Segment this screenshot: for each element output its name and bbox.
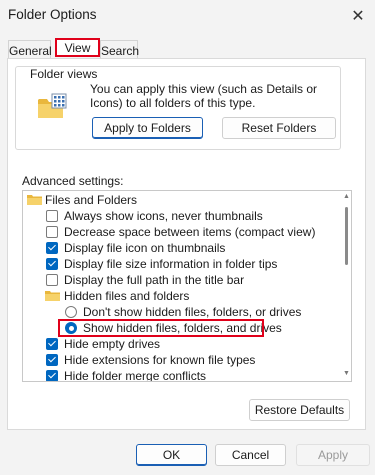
- close-icon: ✕: [351, 8, 365, 25]
- scroll-up-arrow-icon[interactable]: ▲: [343, 193, 350, 200]
- tab-general[interactable]: General: [8, 40, 52, 59]
- tree-item-label: Don't show hidden files, folders, or dri…: [83, 305, 302, 319]
- tree-item-label: Display file size information in folder …: [64, 257, 278, 271]
- tree-item-label: Files and Folders: [45, 193, 138, 207]
- folder-views-icon: [38, 93, 67, 118]
- tree-folder-hidden-files: Hidden files and folders: [23, 288, 341, 304]
- setting-always-show-icons[interactable]: Always show icons, never thumbnails: [23, 208, 341, 224]
- tree-item-label: Display the full path in the title bar: [64, 273, 245, 287]
- apply-button[interactable]: Apply: [296, 444, 370, 466]
- advanced-settings-label: Advanced settings:: [22, 174, 124, 188]
- tree-folder-files-and-folders: Files and Folders: [23, 192, 341, 208]
- tree-item-label: Hide empty drives: [64, 337, 161, 351]
- folder-views-description: You can apply this view (such as Details…: [90, 82, 318, 110]
- checkbox[interactable]: [46, 242, 58, 254]
- annotation-highlight-box: [58, 319, 264, 337]
- setting-hide-merge-conflicts[interactable]: Hide folder merge conflicts: [23, 368, 341, 382]
- folder-icon: [27, 195, 42, 205]
- radio-button[interactable]: [65, 306, 77, 318]
- scrollbar-thumb[interactable]: [345, 207, 348, 265]
- advanced-settings-list[interactable]: Files and Folders Always show icons, nev…: [22, 190, 352, 382]
- checkbox[interactable]: [46, 354, 58, 366]
- close-button[interactable]: ✕: [341, 0, 375, 32]
- checkbox[interactable]: [46, 370, 58, 381]
- setting-display-full-path[interactable]: Display the full path in the title bar: [23, 272, 341, 288]
- setting-display-file-size[interactable]: Display file size information in folder …: [23, 256, 341, 272]
- window-title: Folder Options: [8, 7, 97, 22]
- apply-to-folders-button[interactable]: Apply to Folders: [92, 117, 203, 139]
- tree-item-label: Display file icon on thumbnails: [64, 241, 226, 255]
- setting-decrease-space[interactable]: Decrease space between items (compact vi…: [23, 224, 341, 240]
- folder-icon: [45, 291, 60, 301]
- tree-item-label: Decrease space between items (compact vi…: [64, 225, 316, 239]
- tab-view[interactable]: View: [55, 38, 100, 57]
- folder-views-legend: Folder views: [27, 67, 101, 81]
- checkbox[interactable]: [46, 274, 58, 286]
- setting-dont-show-hidden[interactable]: Don't show hidden files, folders, or dri…: [23, 304, 341, 320]
- tree-item-label: Hide folder merge conflicts: [64, 369, 207, 382]
- tab-search[interactable]: Search: [100, 40, 139, 59]
- setting-hide-extensions[interactable]: Hide extensions for known file types: [23, 352, 341, 368]
- setting-display-file-icon[interactable]: Display file icon on thumbnails: [23, 240, 341, 256]
- checkbox[interactable]: [46, 226, 58, 238]
- title-bar: Folder Options ✕: [0, 0, 375, 32]
- tree-item-label: Hidden files and folders: [64, 289, 190, 303]
- scroll-down-arrow-icon[interactable]: ▼: [343, 370, 350, 377]
- tab-strip: General Search View: [0, 38, 375, 59]
- cancel-button[interactable]: Cancel: [215, 444, 286, 466]
- reset-folders-button[interactable]: Reset Folders: [222, 117, 336, 139]
- ok-button[interactable]: OK: [136, 444, 207, 466]
- checkbox[interactable]: [46, 338, 58, 350]
- checkbox[interactable]: [46, 258, 58, 270]
- tree-item-label: Always show icons, never thumbnails: [64, 209, 263, 223]
- restore-defaults-button[interactable]: Restore Defaults: [249, 399, 350, 421]
- checkbox[interactable]: [46, 210, 58, 222]
- tree-item-label: Hide extensions for known file types: [64, 353, 256, 367]
- setting-hide-empty-drives[interactable]: Hide empty drives: [23, 336, 341, 352]
